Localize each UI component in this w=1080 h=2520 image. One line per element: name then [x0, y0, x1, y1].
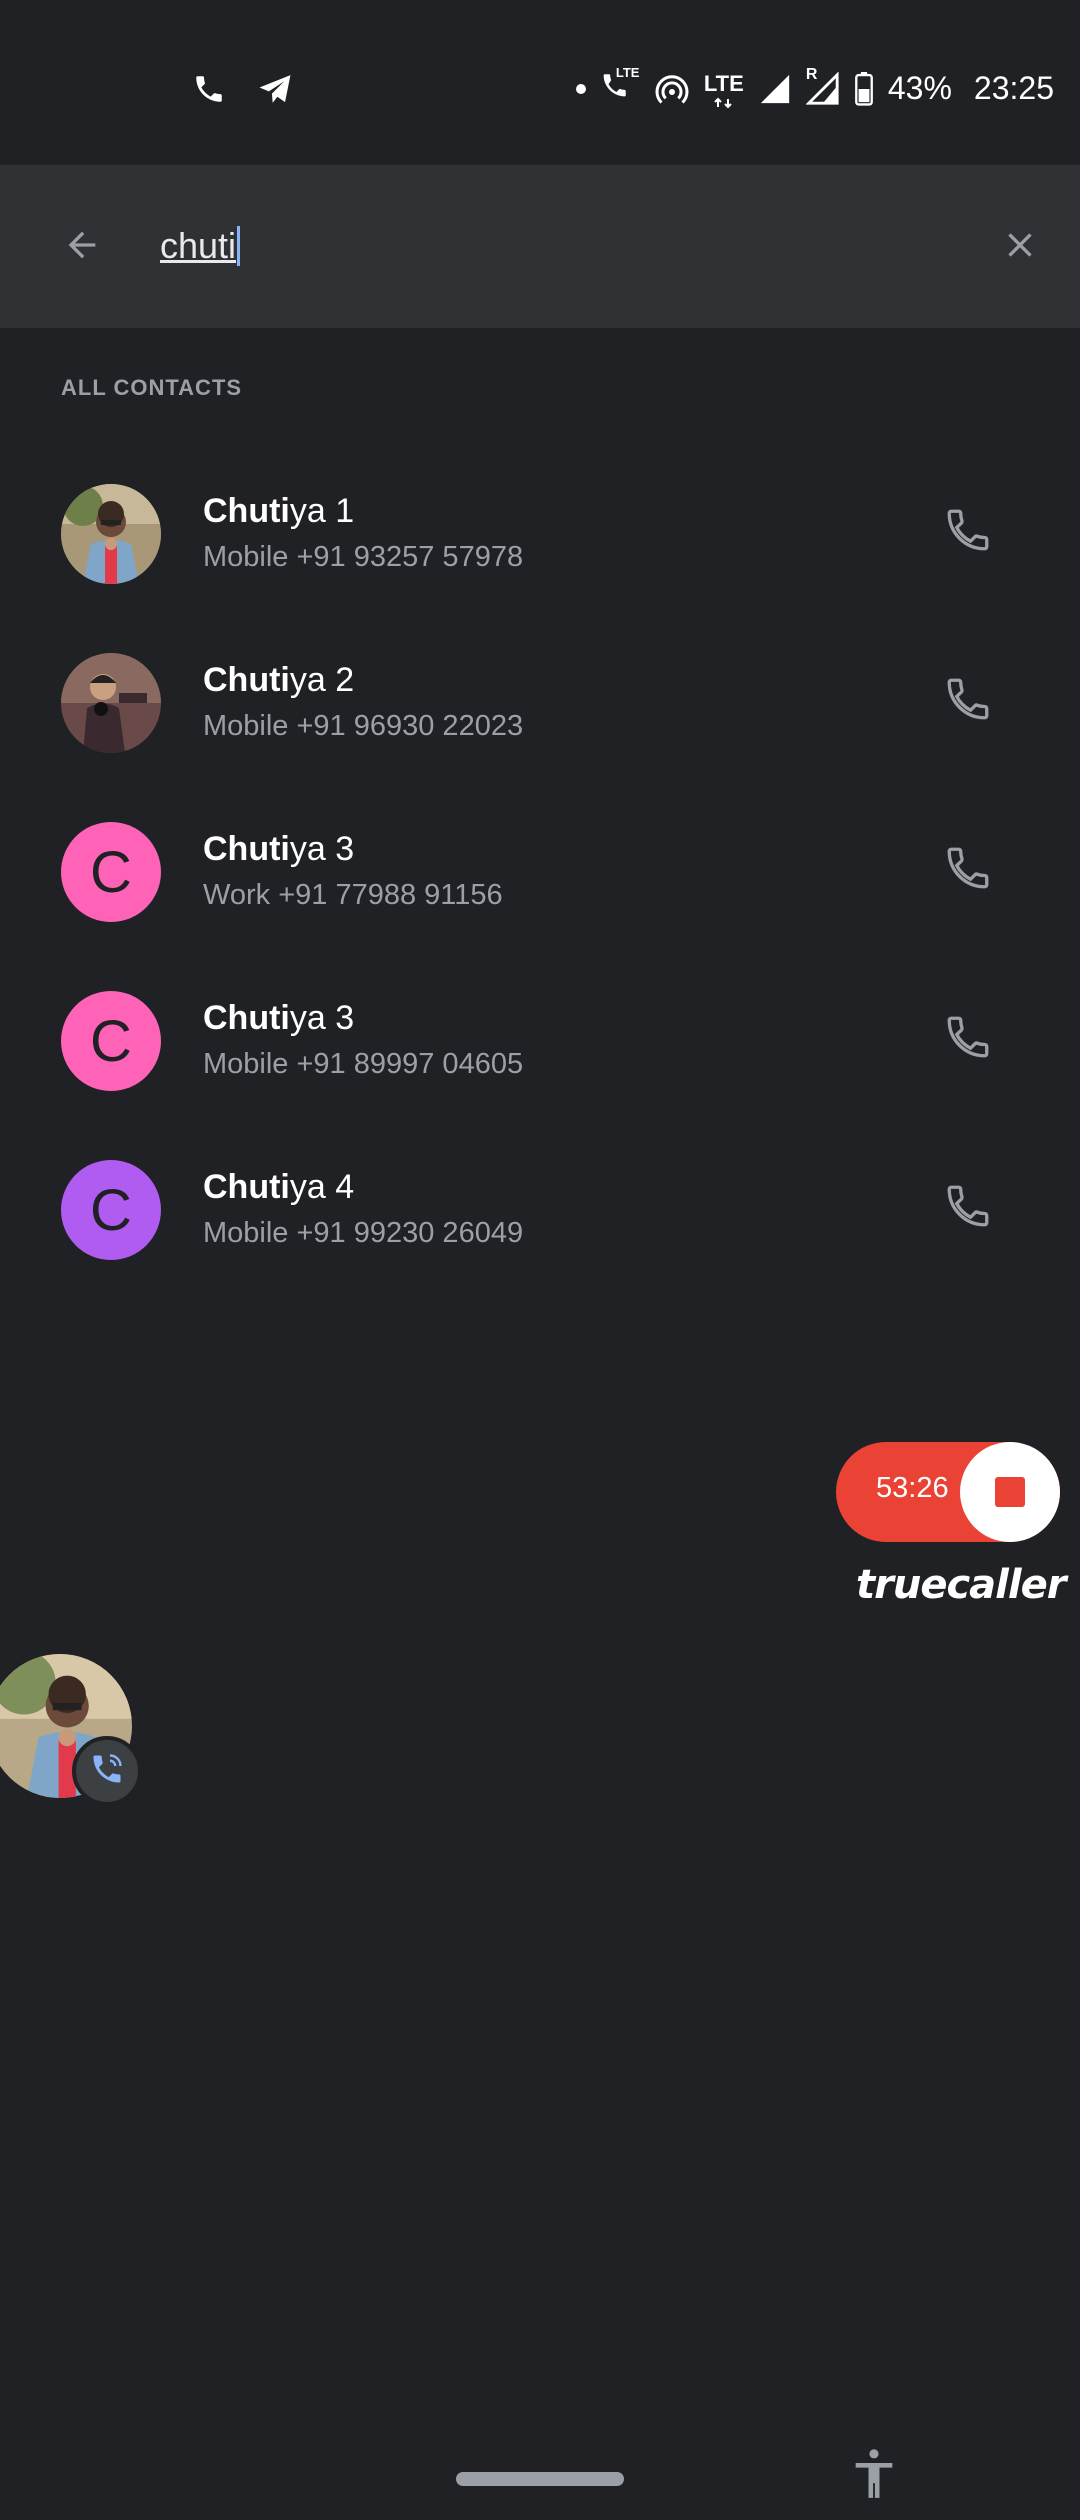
- lte-label: LTE: [703, 70, 744, 96]
- phone-in-talk-icon: [89, 1751, 125, 1792]
- close-icon: [1000, 225, 1040, 270]
- contact-row[interactable]: C Chutiya 3 Mobile +91 89997 04605: [0, 957, 1080, 1126]
- volte-call-icon: LTE: [600, 65, 640, 107]
- contact-name-match: Chuti: [203, 830, 290, 868]
- contact-name-match: Chuti: [203, 1168, 290, 1206]
- contact-detail: Mobile +91 99230 26049: [203, 1217, 524, 1249]
- avatar-letter: C: [90, 839, 132, 905]
- contact-name: Chutiya 3: [203, 999, 354, 1038]
- avatar: C: [61, 822, 161, 922]
- hotspot-icon: [654, 71, 690, 107]
- contact-detail: Mobile +91 89997 04605: [203, 1048, 524, 1080]
- contacts-search-screen: LTE LTE R 43% 23:25 chuti ALL CONTACTS C…: [0, 0, 1080, 2520]
- phone-icon: [943, 505, 993, 560]
- status-bar: LTE LTE R 43% 23:25: [0, 0, 1080, 165]
- search-query: chuti: [160, 225, 237, 266]
- stop-icon: [995, 1477, 1025, 1507]
- contact-name-match: Chuti: [203, 999, 290, 1037]
- search-input[interactable]: chuti: [160, 215, 760, 277]
- accessibility-icon: [852, 2448, 896, 2505]
- contact-row[interactable]: C Chutiya 3 Work +91 77988 91156: [0, 788, 1080, 957]
- avatar-letter: C: [90, 1177, 132, 1243]
- call-button[interactable]: [938, 671, 998, 731]
- recording-timer: 53:26: [876, 1472, 949, 1504]
- notification-dot-icon: [575, 83, 586, 94]
- avatar: [61, 484, 161, 584]
- contact-name: Chutiya 3: [203, 830, 354, 869]
- avatar: [61, 653, 161, 753]
- contact-name-rest: ya 3: [289, 830, 355, 868]
- avatar-letter: C: [90, 1008, 132, 1074]
- arrow-back-icon: [59, 225, 105, 270]
- phone-icon: [943, 1181, 993, 1236]
- back-button[interactable]: [56, 217, 108, 277]
- phone-icon: [192, 72, 226, 106]
- clear-search-button[interactable]: [992, 219, 1048, 275]
- contact-row[interactable]: C Chutiya 4 Mobile +91 99230 26049: [0, 1126, 1080, 1295]
- contact-name-rest: ya 3: [289, 999, 355, 1037]
- lte-data-icon: LTE: [703, 70, 744, 108]
- phone-icon: [943, 1012, 993, 1067]
- stop-recording-button[interactable]: [960, 1442, 1060, 1542]
- status-left-icons: [192, 72, 294, 106]
- contact-name-match: Chuti: [203, 492, 290, 530]
- contact-name-rest: ya 2: [289, 661, 355, 699]
- volte-label: LTE: [615, 64, 640, 80]
- call-button[interactable]: [938, 840, 998, 900]
- call-button[interactable]: [938, 1178, 998, 1238]
- truecaller-logo: truecaller: [856, 1562, 1066, 1608]
- call-recorder-pill[interactable]: 53:26: [836, 1442, 1060, 1542]
- contact-row[interactable]: Chutiya 1 Mobile +91 93257 57978: [0, 450, 1080, 619]
- contact-detail: Mobile +91 93257 57978: [203, 541, 524, 573]
- section-header-all-contacts: ALL CONTACTS: [61, 375, 243, 400]
- contact-name: Chutiya 2: [203, 661, 354, 700]
- battery-percent: 43%: [887, 70, 952, 106]
- avatar: C: [61, 991, 161, 1091]
- contact-name-rest: ya 1: [289, 492, 355, 530]
- status-time: 23:25: [973, 70, 1054, 106]
- avatar: C: [61, 1160, 161, 1260]
- contact-detail: Work +91 77988 91156: [203, 879, 503, 911]
- contact-name-rest: ya 4: [289, 1168, 355, 1206]
- telegram-icon: [256, 72, 294, 106]
- call-button[interactable]: [938, 1009, 998, 1069]
- roaming-signal-icon: R: [805, 66, 840, 106]
- accessibility-button[interactable]: [852, 2448, 896, 2505]
- signal-icon: [758, 72, 792, 106]
- status-right-icons: LTE LTE R 43% 23:25: [575, 65, 1054, 108]
- roaming-label: R: [805, 65, 818, 83]
- contact-name: Chutiya 4: [203, 1168, 354, 1207]
- contact-detail: Mobile +91 96930 22023: [203, 710, 524, 742]
- battery-icon: [854, 71, 874, 106]
- contact-row[interactable]: Chutiya 2 Mobile +91 96930 22023: [0, 619, 1080, 788]
- contact-name: Chutiya 1: [203, 492, 354, 531]
- contact-name-match: Chuti: [203, 661, 290, 699]
- call-button[interactable]: [938, 502, 998, 562]
- phone-icon: [943, 843, 993, 898]
- phone-icon: [943, 674, 993, 729]
- search-bar: chuti: [0, 165, 1080, 328]
- gesture-nav-handle[interactable]: [456, 2472, 624, 2486]
- call-badge: [72, 1736, 142, 1806]
- text-cursor: [237, 226, 241, 266]
